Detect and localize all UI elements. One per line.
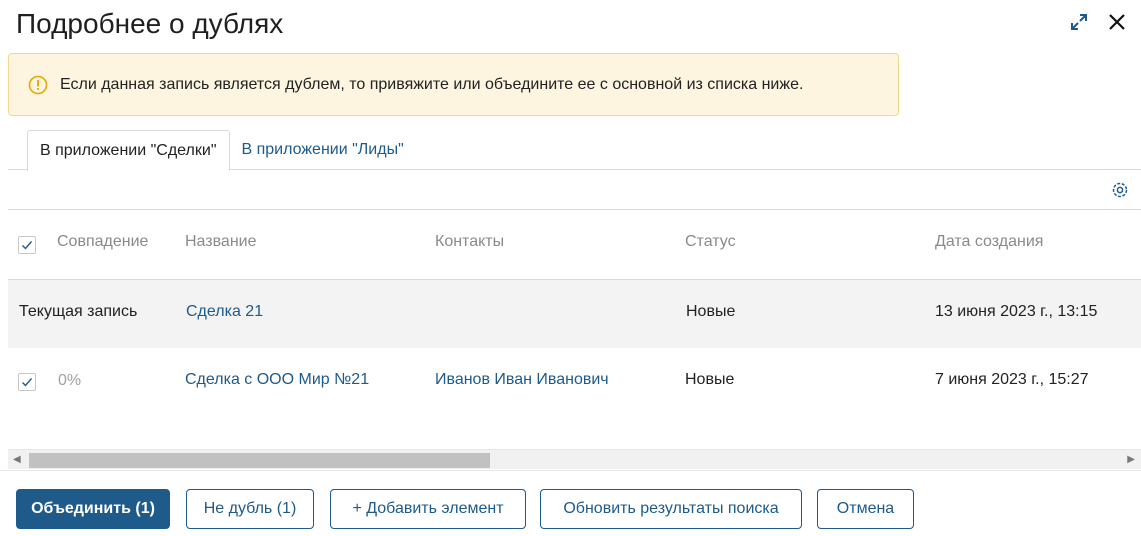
row-status: Новые: [685, 371, 735, 388]
duplicate-alert: Если данная запись является дублем, то п…: [8, 53, 899, 116]
title-actions: [1067, 10, 1129, 34]
merge-button[interactable]: Объединить (1): [16, 489, 170, 529]
dialog-title: Подробнее о дублях: [16, 8, 284, 39]
scroll-right-icon[interactable]: ▶: [1127, 454, 1135, 465]
row-created: 7 июня 2023 г., 15:27: [935, 371, 1089, 388]
header-status[interactable]: Статус: [685, 233, 736, 251]
not-duplicate-button[interactable]: Не дубль (1): [186, 489, 314, 529]
row-match-value: 0%: [58, 372, 82, 389]
refresh-results-button[interactable]: Обновить результаты поиска: [540, 489, 802, 529]
check-icon: [22, 241, 33, 250]
tab-deals[interactable]: В приложении "Сделки": [27, 130, 230, 171]
gear-icon[interactable]: [1110, 180, 1130, 200]
alert-text: Если данная запись является дублем, то п…: [60, 75, 804, 93]
row-checkbox[interactable]: [18, 373, 36, 391]
current-record-name-link[interactable]: Сделка 21: [186, 303, 263, 321]
tab-leads[interactable]: В приложении "Лиды": [230, 130, 416, 170]
current-record-created: 13 июня 2023 г., 13:15: [935, 303, 1098, 320]
scroll-thumb[interactable]: [29, 453, 490, 468]
header-created[interactable]: Дата создания: [935, 233, 1043, 251]
header-name[interactable]: Название: [185, 233, 257, 251]
row-contact-link[interactable]: Иванов Иван Иванович: [435, 371, 609, 389]
cancel-button[interactable]: Отмена: [817, 489, 914, 529]
scroll-left-icon[interactable]: ◀: [13, 454, 21, 465]
select-all-checkbox[interactable]: [18, 236, 36, 254]
horizontal-scrollbar[interactable]: ◀ ▶: [8, 449, 1141, 469]
warning-icon: [28, 75, 48, 95]
current-record-label: Текущая запись: [19, 303, 138, 320]
check-icon: [22, 378, 33, 387]
table-divider: [8, 209, 1141, 210]
add-item-button[interactable]: + Добавить элемент: [330, 489, 526, 529]
expand-icon[interactable]: [1067, 10, 1091, 34]
header-match[interactable]: Совпадение: [57, 233, 148, 251]
close-icon[interactable]: [1105, 10, 1129, 34]
header-contacts[interactable]: Контакты: [435, 233, 504, 251]
tab-bar: В приложении "Сделки" В приложении "Лиды…: [8, 130, 1141, 171]
current-record-status: Новые: [686, 303, 736, 320]
row-name-link[interactable]: Сделка с ООО Мир №21: [185, 371, 369, 389]
footer-divider: [0, 470, 1141, 471]
